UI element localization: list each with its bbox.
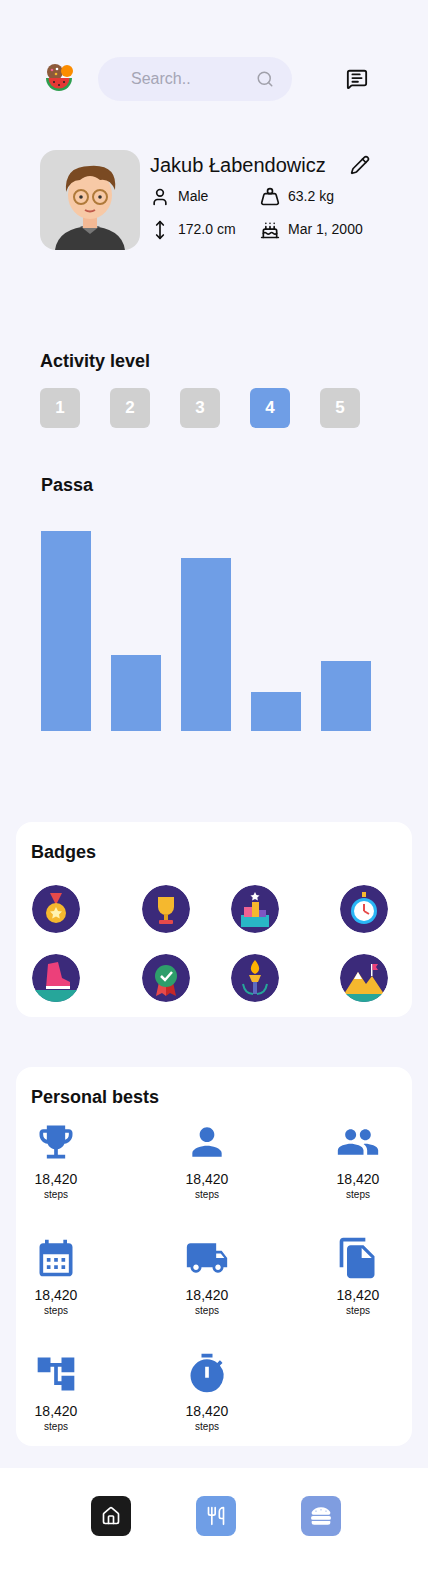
utensils-icon [206, 1506, 226, 1526]
best-unit: steps [44, 1420, 68, 1434]
logo-icon [44, 62, 74, 96]
personal-best: 18,420steps [177, 1236, 237, 1318]
truck-icon [185, 1236, 229, 1280]
files-icon [336, 1236, 380, 1280]
chart-bar [41, 531, 91, 731]
chat-icon[interactable] [346, 68, 368, 90]
best-unit: steps [44, 1188, 68, 1202]
badge[interactable] [299, 954, 388, 1002]
activity-level-button[interactable]: 5 [320, 388, 360, 428]
best-value: 18,420 [337, 1286, 380, 1304]
timer-icon [185, 1352, 229, 1396]
torch-badge-icon [231, 954, 279, 1002]
chart-bar [251, 692, 301, 731]
best-value: 18,420 [186, 1402, 229, 1420]
search-icon [256, 70, 274, 88]
activity-level-button[interactable]: 2 [110, 388, 150, 428]
best-value: 18,420 [337, 1170, 380, 1188]
activity-level-button[interactable]: 1 [40, 388, 80, 428]
trophy-icon [34, 1120, 78, 1164]
profile-page: Search.. Jakub Łabendowicz Male 63.2 kg 172.… [0, 0, 428, 1574]
weight: 63.2 kg [288, 186, 334, 207]
badge[interactable] [299, 885, 388, 933]
person-icon [185, 1120, 229, 1164]
best-value: 18,420 [35, 1402, 78, 1420]
personal-best: 18,420steps [177, 1120, 237, 1202]
best-unit: steps [195, 1188, 219, 1202]
personal-bests-card: Personal bests18,420steps18,420steps18,4… [16, 1067, 412, 1446]
avatar-icon [40, 150, 140, 250]
activity-level: Activity level 12345 [0, 350, 428, 428]
best-value: 18,420 [186, 1286, 229, 1304]
birthday-icon [260, 220, 280, 240]
profile-card: Jakub Łabendowicz Male 63.2 kg 172.0 cm Mar … [0, 150, 428, 250]
edit-icon[interactable] [350, 155, 370, 175]
stopwatch-badge-icon [340, 885, 388, 933]
trophy-badge-icon [142, 885, 190, 933]
badges-title: Badges [31, 841, 388, 863]
personal-best: 18,420steps [177, 1352, 237, 1434]
bottom-nav [0, 1468, 428, 1574]
badge[interactable] [121, 954, 210, 1002]
best-unit: steps [346, 1188, 370, 1202]
chart-title: Passa [41, 474, 428, 496]
best-value: 18,420 [35, 1170, 78, 1188]
badge[interactable] [32, 954, 121, 1002]
activity-level-button[interactable]: 3 [180, 388, 220, 428]
profile-name: Jakub Łabendowicz [150, 150, 326, 180]
passa-chart: Passa [0, 474, 428, 731]
best-unit: steps [195, 1420, 219, 1434]
header: Search.. [0, 0, 428, 101]
gender: Male [178, 186, 208, 207]
search-placeholder: Search.. [131, 67, 256, 91]
ribbon-badge-icon [142, 954, 190, 1002]
best-unit: steps [44, 1304, 68, 1318]
shoe-badge-icon [32, 954, 80, 1002]
badge[interactable] [32, 885, 121, 933]
chart-bar [111, 655, 161, 731]
network-icon [34, 1352, 78, 1396]
home-icon [101, 1506, 121, 1526]
height-icon [150, 220, 170, 240]
nav-button[interactable] [301, 1496, 341, 1536]
chart-bar [181, 558, 231, 731]
search-field[interactable]: Search.. [98, 57, 292, 101]
personal-best: 18,420steps [328, 1120, 388, 1202]
weight-icon [260, 187, 280, 207]
gender-icon [150, 187, 170, 207]
best-unit: steps [346, 1304, 370, 1318]
birthday: Mar 1, 2000 [288, 219, 363, 240]
height: 172.0 cm [178, 219, 236, 240]
personal-best: 18,420steps [328, 1236, 388, 1318]
personal-best: 18,420steps [26, 1120, 86, 1202]
nav-button[interactable] [91, 1496, 131, 1536]
medal-badge-icon [32, 885, 80, 933]
best-value: 18,420 [35, 1286, 78, 1304]
personal-best: 18,420steps [26, 1236, 86, 1318]
best-unit: steps [195, 1304, 219, 1318]
podium-badge-icon [231, 885, 279, 933]
activity-title: Activity level [40, 350, 428, 372]
chart-bar [321, 661, 371, 731]
personal-best: 18,420steps [26, 1352, 86, 1434]
nav-button[interactable] [196, 1496, 236, 1536]
profile-info: Jakub Łabendowicz Male 63.2 kg 172.0 cm Mar … [150, 150, 370, 250]
activity-level-button[interactable]: 4 [250, 388, 290, 428]
burger-icon [311, 1506, 331, 1526]
best-value: 18,420 [186, 1170, 229, 1188]
people-icon [336, 1120, 380, 1164]
personal-bests-title: Personal bests [26, 1086, 388, 1108]
badge[interactable] [210, 954, 299, 1002]
badges-card: Badges [16, 822, 412, 1017]
badge[interactable] [210, 885, 299, 933]
mountain-badge-icon [340, 954, 388, 1002]
calendar-icon [34, 1236, 78, 1280]
badge[interactable] [121, 885, 210, 933]
